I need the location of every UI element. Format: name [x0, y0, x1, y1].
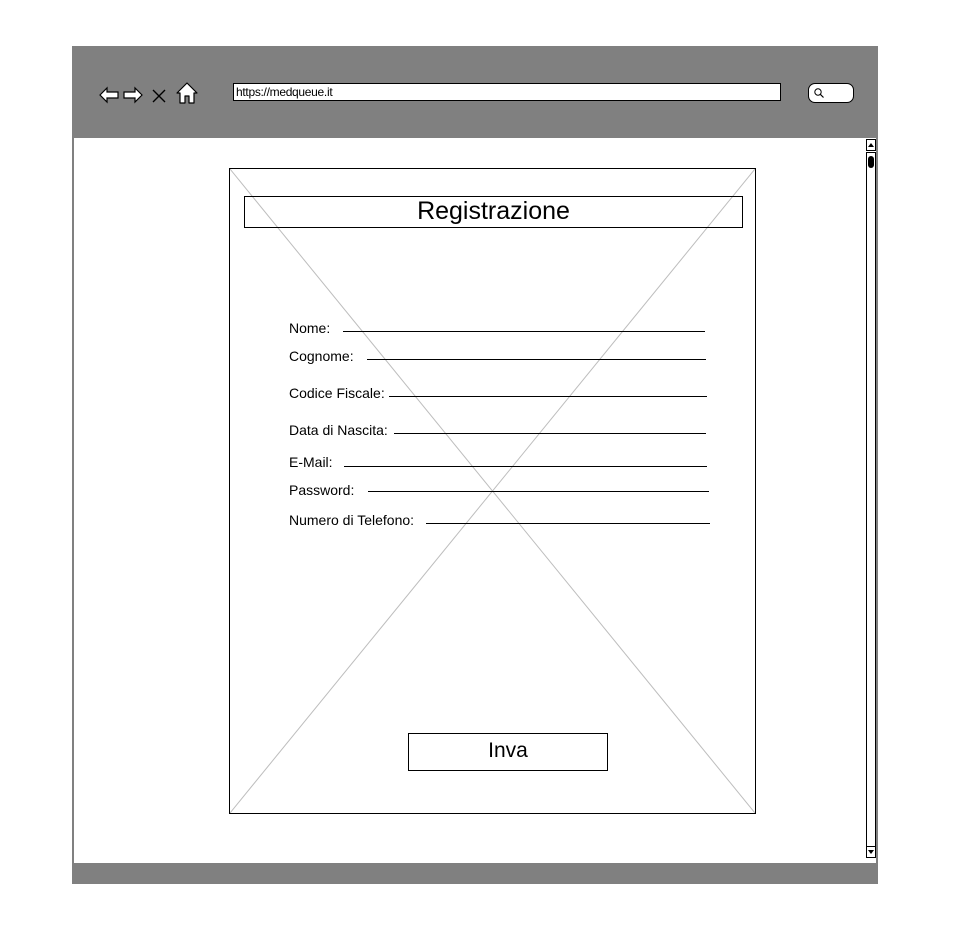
vertical-scrollbar[interactable]	[865, 138, 877, 863]
page-title: Registrazione	[244, 196, 743, 228]
submit-button[interactable]: Inva	[408, 733, 608, 771]
scroll-down-button[interactable]	[866, 846, 876, 858]
field-label-cognome: Cognome:	[289, 348, 354, 364]
address-bar[interactable]: https://medqueue.it	[233, 83, 781, 101]
field-label-password: Password:	[289, 482, 355, 498]
field-label-telefono: Numero di Telefono:	[289, 512, 415, 528]
cognome-input[interactable]	[367, 359, 706, 360]
scroll-up-button[interactable]	[866, 139, 876, 151]
email-input[interactable]	[344, 466, 707, 467]
telefono-input[interactable]	[426, 523, 710, 524]
forward-arrow-icon[interactable]	[122, 84, 144, 106]
browser-toolbar: https://medqueue.it	[72, 46, 878, 138]
field-label-data-nascita: Data di Nascita:	[289, 422, 388, 438]
codice-fiscale-input[interactable]	[389, 396, 707, 397]
back-arrow-icon[interactable]	[98, 84, 120, 106]
scroll-up-icon	[868, 143, 874, 147]
data-nascita-input[interactable]	[394, 433, 706, 434]
home-icon[interactable]	[175, 81, 199, 105]
scroll-down-icon	[868, 850, 874, 854]
status-bar	[72, 863, 878, 884]
field-label-nome: Nome:	[289, 320, 331, 336]
close-icon[interactable]	[148, 84, 170, 106]
search-icon	[814, 88, 824, 98]
field-label-codice-fiscale: Codice Fiscale:	[289, 385, 385, 401]
password-input[interactable]	[368, 491, 709, 492]
scroll-thumb[interactable]	[868, 156, 874, 168]
search-field[interactable]	[808, 83, 854, 103]
field-label-email: E-Mail:	[289, 454, 333, 470]
scroll-track[interactable]	[866, 152, 876, 847]
nome-input[interactable]	[343, 331, 705, 332]
registration-panel: Registrazione Nome: Cognome: Codice Fisc…	[229, 168, 756, 814]
